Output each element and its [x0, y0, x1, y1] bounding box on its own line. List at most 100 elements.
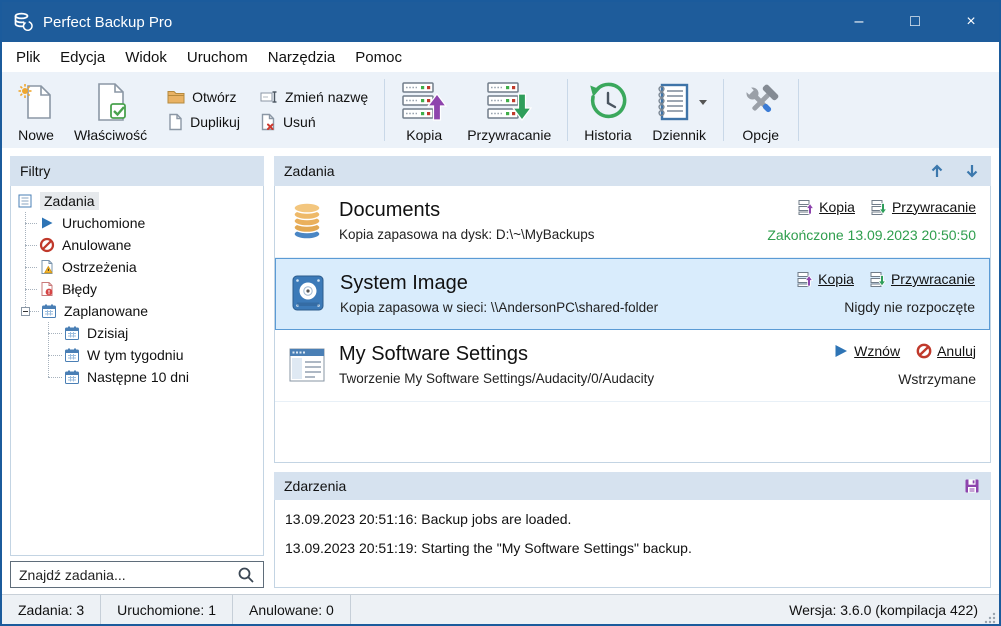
window-controls: – □ ×	[831, 2, 999, 42]
backup-link[interactable]: Kopia	[797, 271, 854, 287]
tree-connector	[48, 332, 62, 334]
tree-item-uruchomione[interactable]: Uruchomione	[11, 212, 263, 234]
backup-link[interactable]: Kopia	[798, 199, 855, 215]
task-list-icon	[17, 193, 33, 209]
toolbar-group-open-duplicate: Otwórz Duplikuj	[157, 75, 250, 145]
task-status: Wstrzymane	[898, 370, 976, 387]
backup-button[interactable]: Kopia	[391, 75, 457, 145]
menu-uruchom[interactable]: Uruchom	[177, 45, 258, 70]
tasks-panel: Zadania Documents Kopia zapasowa na dysk…	[274, 156, 991, 463]
tree-item-label: Dzisiaj	[87, 325, 129, 341]
resume-link[interactable]: Wznów	[833, 343, 900, 359]
tree-item-anulowane[interactable]: Anulowane	[11, 234, 263, 256]
tasks-header: Zadania	[274, 156, 991, 186]
menu-widok[interactable]: Widok	[115, 45, 177, 70]
tree-item-label: Następne 10 dni	[87, 369, 189, 385]
tree-item-dzisiaj[interactable]: Dzisiaj	[11, 322, 263, 344]
duplicate-label: Duplikuj	[190, 114, 240, 130]
tree-item-zadania[interactable]: Zadania	[11, 190, 263, 212]
options-label: Opcje	[742, 127, 779, 143]
tree-item-label: Anulowane	[62, 237, 132, 253]
app-window: Perfect Backup Pro – □ × Plik Edycja Wid…	[0, 0, 1001, 626]
minimize-button[interactable]: –	[831, 2, 887, 42]
status-tasks-count: Zadania: 3	[18, 601, 85, 618]
collapse-expander-icon[interactable]	[21, 306, 30, 316]
rename-label: Zmień nazwę	[284, 89, 369, 105]
properties-label: Właściwość	[74, 127, 148, 143]
move-up-icon[interactable]	[929, 163, 946, 180]
calendar-icon	[64, 369, 80, 385]
resize-grip[interactable]	[984, 612, 996, 624]
journal-button[interactable]: Dziennik	[642, 75, 717, 145]
history-button[interactable]: Historia	[574, 75, 641, 145]
tree-connector	[25, 266, 37, 268]
title-bar: Perfect Backup Pro – □ ×	[2, 2, 999, 42]
task-description: Tworzenie My Software Settings/Audacity/…	[339, 371, 655, 386]
task-list: Documents Kopia zapasowa na dysk: D:\~\M…	[274, 186, 991, 463]
filters-panel: Filtry Zadania Uruchomione Anulowane Ost…	[10, 156, 264, 588]
options-button[interactable]: Opcje	[730, 75, 792, 145]
app-window-icon	[287, 347, 327, 383]
tasks-header-label: Zadania	[284, 163, 335, 179]
duplicate-icon	[167, 113, 183, 131]
history-label: Historia	[584, 127, 632, 143]
menu-edycja[interactable]: Edycja	[50, 45, 115, 70]
events-panel: Zdarzenia 13.09.2023 20:51:16: Backup jo…	[274, 472, 991, 588]
restore-link[interactable]: Przywracanie	[871, 199, 976, 215]
menu-pomoc[interactable]: Pomoc	[345, 45, 412, 70]
event-line: 13.09.2023 20:51:16: Backup jobs are loa…	[285, 511, 572, 527]
restore-button[interactable]: Przywracanie	[457, 75, 561, 145]
task-row-documents[interactable]: Documents Kopia zapasowa na dysk: D:\~\M…	[275, 186, 990, 258]
task-title: System Image	[340, 271, 468, 294]
tree-item-bledy[interactable]: Błędy	[11, 278, 263, 300]
tree-item-nastepne-10-dni[interactable]: Następne 10 dni	[11, 366, 263, 388]
cancel-link[interactable]: Anuluj	[916, 343, 976, 359]
toolbar-group-rename-delete: Zmień nazwę Usuń	[250, 75, 378, 145]
toolbar: Nowe Właściwość Otwórz Duplikuj Zmień na…	[2, 72, 999, 148]
status-bar: Zadania: 3 Uruchomione: 1 Anulowane: 0 W…	[2, 594, 999, 624]
delete-button[interactable]: Usuń	[256, 111, 372, 133]
search-box	[10, 561, 264, 588]
filters-header-label: Filtry	[20, 163, 51, 179]
open-label: Otwórz	[192, 89, 237, 105]
menu-plik[interactable]: Plik	[6, 45, 50, 70]
properties-button[interactable]: Właściwość	[64, 75, 157, 145]
task-title: My Software Settings	[339, 343, 528, 365]
calendar-icon	[64, 347, 80, 363]
tree-item-ostrzezenia[interactable]: Ostrzeżenia	[11, 256, 263, 278]
duplicate-button[interactable]: Duplikuj	[163, 111, 244, 133]
task-title: Documents	[339, 199, 441, 221]
restore-link[interactable]: Przywracanie	[870, 271, 975, 287]
save-log-icon[interactable]	[964, 478, 981, 495]
toolbar-separator	[722, 79, 724, 141]
task-row-system-image[interactable]: System Image Kopia zapasowa w sieci: \\A…	[275, 258, 990, 330]
tree-item-label: W tym tygodniu	[87, 347, 184, 363]
rename-button[interactable]: Zmień nazwę	[256, 87, 372, 107]
harddrive-icon	[288, 274, 328, 312]
delete-label: Usuń	[282, 114, 316, 130]
journal-icon	[652, 82, 692, 122]
new-task-button[interactable]: Nowe	[8, 75, 64, 145]
tree-item-label: Zadania	[40, 192, 99, 210]
menu-narzedzia[interactable]: Narzędzia	[258, 45, 346, 70]
search-input[interactable]	[19, 566, 237, 583]
close-button[interactable]: ×	[943, 2, 999, 42]
calendar-icon	[41, 303, 57, 319]
maximize-button[interactable]: □	[887, 2, 943, 42]
restore-link-label: Przywracanie	[891, 198, 976, 215]
toolbar-separator	[567, 79, 569, 141]
journal-dropdown-icon[interactable]	[698, 99, 707, 105]
tree-item-w-tym-tygodniu[interactable]: W tym tygodniu	[11, 344, 263, 366]
tree-item-zaplanowane[interactable]: Zaplanowane	[11, 300, 263, 322]
restore-small-icon	[871, 199, 887, 215]
tree-item-label: Uruchomione	[62, 215, 146, 231]
menu-bar: Plik Edycja Widok Uruchom Narzędzia Pomo…	[2, 42, 999, 72]
search-icon[interactable]	[237, 566, 255, 584]
restore-link-label: Przywracanie	[890, 271, 975, 287]
tree-connector	[48, 376, 62, 378]
move-down-icon[interactable]	[964, 163, 981, 180]
open-button[interactable]: Otwórz	[163, 87, 244, 107]
task-row-my-software-settings[interactable]: My Software Settings Tworzenie My Softwa…	[275, 330, 990, 402]
journal-label: Dziennik	[652, 127, 707, 143]
main-content: Filtry Zadania Uruchomione Anulowane Ost…	[2, 148, 999, 594]
